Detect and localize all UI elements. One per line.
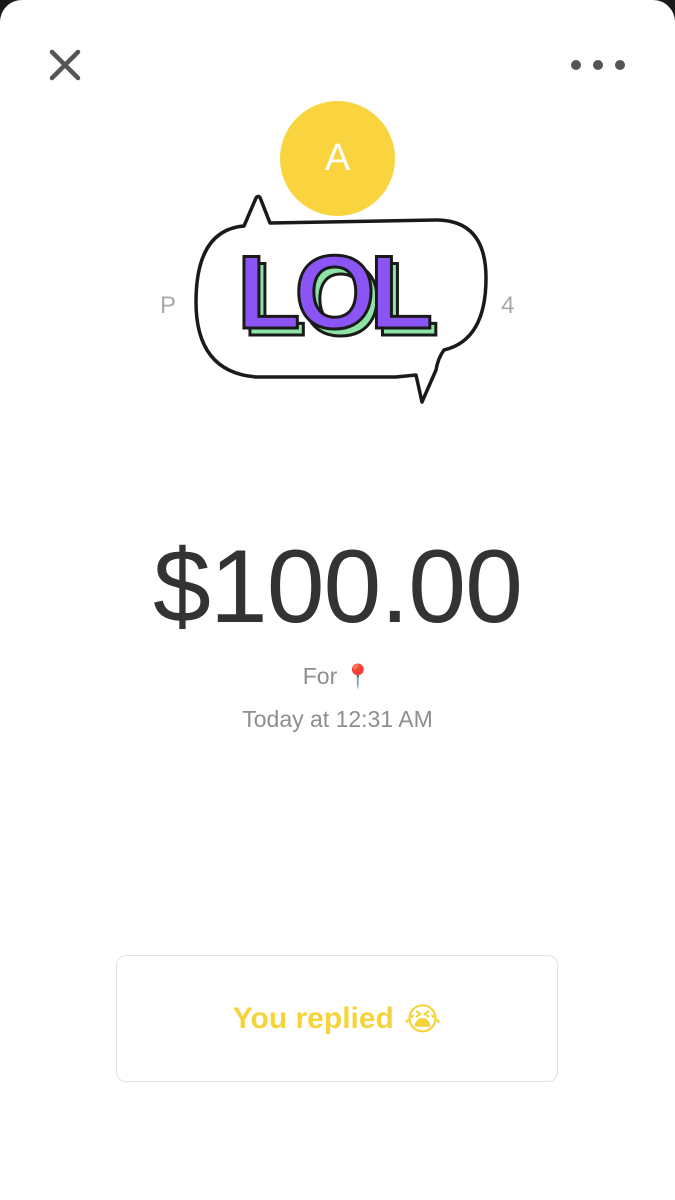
more-options-button[interactable] [566,52,632,78]
speech-bubble-sticker: LOL LOL [194,194,488,404]
recipient-name-start: P [160,292,177,319]
payment-amount: $100.00 [153,529,523,645]
close-icon [49,49,81,81]
payment-detail-sheet: A P 4 LOL LOL $100.00 For 📍 Today at 12:… [0,0,675,1200]
lol-sticker: LOL LOL [186,190,496,410]
pin-emoji: 📍 [343,663,373,689]
lol-text: LOL LOL [236,234,444,360]
recipient-name-end: 4 [501,292,515,319]
reply-label: You replied [232,1001,394,1035]
svg-text:LOL: LOL [237,235,430,351]
payment-timestamp: Today at 12:31 AM [242,706,433,732]
crying-emoji: 😭 [403,1000,442,1037]
for-label: For [302,663,338,689]
payment-note: For 📍 [0,663,675,690]
close-button[interactable] [44,44,86,86]
reply-button[interactable]: You replied 😭 [116,955,558,1082]
more-horizontal-icon [571,60,625,70]
